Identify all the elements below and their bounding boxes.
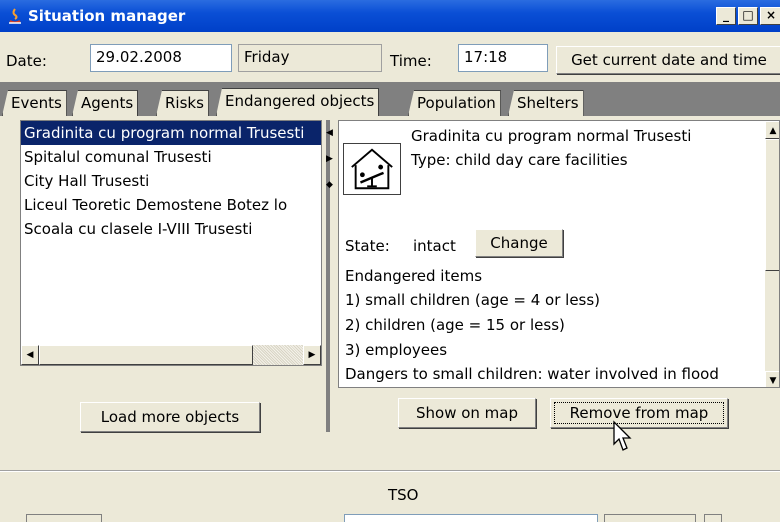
show-on-map-button[interactable]: Show on map (398, 398, 536, 428)
list-item[interactable]: Liceul Teoretic Demostene Botez lo (21, 193, 321, 217)
object-type: Type: child day care facilities (411, 151, 628, 169)
time-label: Time: (390, 52, 432, 70)
endangered-item: 3) employees (345, 341, 448, 359)
minimize-button[interactable]: _ (716, 7, 736, 25)
bottom-button[interactable] (26, 514, 102, 522)
mouse-pointer-icon (613, 420, 632, 451)
dangers-text: Dangers to small children: water involve… (345, 365, 719, 383)
tab-events[interactable]: Events (2, 90, 67, 116)
tab-population[interactable]: Population (408, 90, 501, 116)
tso-label: TSO (388, 486, 419, 504)
collapse-right-icon[interactable]: ▶ (326, 154, 333, 164)
scroll-left-arrow-icon[interactable]: ◀ (21, 345, 39, 365)
vertical-scrollbar[interactable]: ▲ ▼ (765, 121, 779, 387)
window-title: Situation manager (28, 7, 186, 25)
remove-from-map-button[interactable]: Remove from map (550, 398, 728, 428)
scroll-down-arrow-icon[interactable]: ▼ (765, 371, 779, 387)
title-bar[interactable]: Situation manager _ □ × (0, 0, 780, 32)
horizontal-scrollbar[interactable]: ◀ ▶ (21, 345, 321, 365)
java-app-icon (9, 8, 21, 24)
tab-risks[interactable]: Risks (156, 90, 209, 116)
load-more-objects-button[interactable]: Load more objects (80, 402, 260, 432)
bottom-field[interactable] (344, 514, 598, 522)
child-care-icon (343, 143, 401, 195)
object-name: Gradinita cu program normal Trusesti (411, 127, 692, 145)
resize-handle-icon[interactable]: ◆ (326, 180, 333, 190)
endangered-item: 2) children (age = 15 or less) (345, 316, 565, 334)
change-state-button[interactable]: Change (475, 229, 563, 257)
close-button[interactable]: × (760, 7, 780, 25)
scroll-up-arrow-icon[interactable]: ▲ (765, 121, 779, 139)
time-field[interactable]: 17:18 (458, 44, 548, 72)
date-label: Date: (6, 52, 47, 70)
list-item[interactable]: Gradinita cu program normal Trusesti (21, 121, 321, 145)
scroll-thumb[interactable] (39, 345, 253, 365)
collapse-left-icon[interactable]: ◀ (326, 128, 333, 138)
state-label: State: (345, 237, 390, 255)
bottom-button[interactable] (604, 514, 696, 522)
list-item[interactable]: Scoala cu clasele I-VIII Trusesti (21, 217, 321, 241)
date-field[interactable]: 29.02.2008 (90, 44, 232, 72)
list-item[interactable]: City Hall Trusesti (21, 169, 321, 193)
split-pane-divider[interactable]: ◀ ▶ ◆ (322, 120, 336, 432)
bottom-checkbox[interactable] (704, 514, 722, 522)
maximize-button[interactable]: □ (738, 7, 758, 25)
state-value: intact (413, 237, 456, 255)
tab-endangered-objects[interactable]: Endangered objects (216, 88, 380, 116)
scroll-track[interactable] (253, 345, 303, 365)
endangered-items-header: Endangered items (345, 267, 483, 285)
get-current-date-button[interactable]: Get current date and time (556, 46, 780, 74)
tab-shelters[interactable]: Shelters (508, 90, 584, 116)
section-separator (0, 470, 780, 472)
object-detail-panel: Gradinita cu program normal Trusesti Typ… (338, 120, 780, 388)
weekday-field: Friday (238, 44, 382, 72)
tab-strip: Events Agents Risks Endangered objects P… (0, 82, 780, 116)
objects-list[interactable]: Gradinita cu program normal Trusesti Spi… (20, 120, 322, 366)
divider-bar[interactable] (326, 120, 330, 432)
scroll-right-arrow-icon[interactable]: ▶ (303, 345, 321, 365)
endangered-item: 1) small children (age = 4 or less) (345, 291, 601, 309)
list-item[interactable]: Spitalul comunal Trusesti (21, 145, 321, 169)
scroll-thumb[interactable] (765, 139, 779, 271)
tab-agents[interactable]: Agents (72, 90, 139, 116)
